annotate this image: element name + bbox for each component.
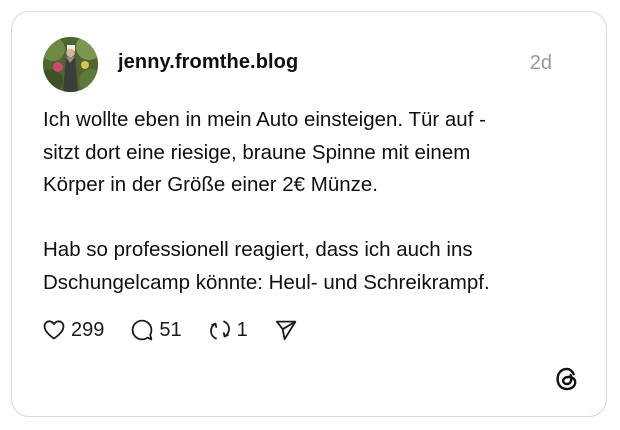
repost-count: 1 xyxy=(236,318,248,341)
avatar[interactable] xyxy=(43,37,98,92)
post-actions: 299 51 1 xyxy=(42,315,324,345)
username[interactable]: jenny.fromthe.blog xyxy=(118,51,298,74)
like-button[interactable]: 299 xyxy=(42,318,104,342)
post-text-line: sitzt dort eine riesige, braune Spinne m… xyxy=(43,140,471,164)
post-text-line: Dschungelcamp könnte: Heul- und Schreikr… xyxy=(43,270,490,294)
post-text-line: Körper in der Größe einer 2€ Münze. xyxy=(43,173,378,196)
post-card: jenny.fromthe.blog 2d Ich wollte eben in… xyxy=(11,11,607,417)
heart-icon xyxy=(42,318,66,342)
share-button[interactable] xyxy=(274,318,298,342)
send-icon xyxy=(274,318,298,342)
reply-count: 51 xyxy=(159,318,182,341)
repost-icon xyxy=(208,318,232,342)
post-text-line: Hab so professionell reagiert, dass ich … xyxy=(43,238,473,261)
like-count: 299 xyxy=(71,318,105,341)
post-text-line: Ich wollte eben in mein Auto einsteigen.… xyxy=(43,108,486,131)
post-timestamp: 2d xyxy=(529,52,552,74)
threads-logo-icon[interactable] xyxy=(554,366,580,392)
post-body: Ich wollte eben in mein Auto einsteigen.… xyxy=(43,104,583,299)
reply-button[interactable]: 51 xyxy=(130,318,182,342)
comment-icon xyxy=(130,318,154,342)
post-text-blank-line xyxy=(43,202,583,235)
repost-button[interactable]: 1 xyxy=(208,318,248,342)
